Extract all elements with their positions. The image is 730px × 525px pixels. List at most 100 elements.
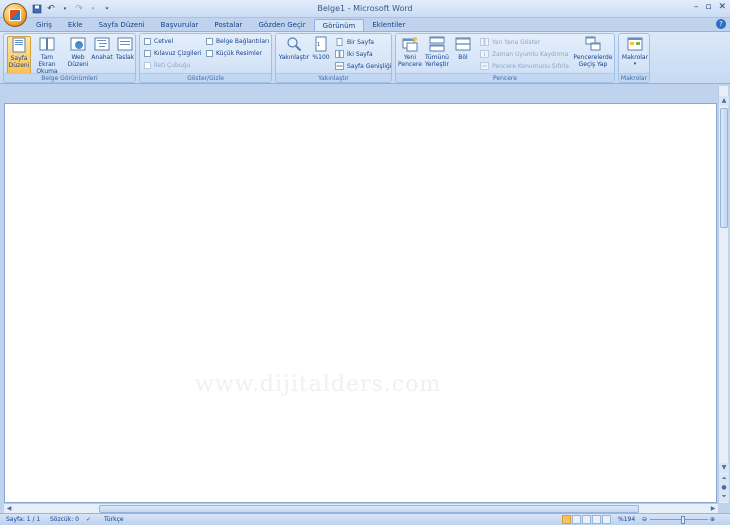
sayfa-duzeni-button[interactable]: Sayfa Düzeni <box>7 36 31 74</box>
print-layout-view-icon[interactable] <box>562 515 571 524</box>
zoom-slider[interactable] <box>650 519 708 520</box>
kilavuz-label: Kılavuz Çizgileri <box>154 50 202 57</box>
group-label-pencere: Pencere <box>396 73 614 82</box>
full-screen-view-icon[interactable] <box>572 515 581 524</box>
group-label-goster-gizle: Göster/Gizle <box>140 73 271 82</box>
group-label-yakinlastir: Yakınlaştır <box>276 73 391 82</box>
yeni-pencere-button[interactable]: Yeni Pencere <box>398 36 422 68</box>
tab-postalar[interactable]: Postalar <box>206 19 250 31</box>
word-count[interactable]: Sözcük: 0 <box>50 516 79 523</box>
makrolar-label: Makrolar <box>621 54 649 61</box>
draft-icon <box>117 37 133 51</box>
switch-windows-icon <box>585 36 601 51</box>
belge-baglantilari-row[interactable]: Belge Bağlantıları <box>206 38 269 45</box>
cetvel-label: Cetvel <box>154 38 174 45</box>
title-bar: ↶ ▾ ↷ ▾ ⏷ Belge1 - Microsoft Word – ▫ ✕ <box>0 0 730 18</box>
tab-ekle[interactable]: Ekle <box>60 19 91 31</box>
web-layout-icon <box>70 37 86 51</box>
ileti-checkbox-row: İleti Çubuğu <box>144 62 190 69</box>
ribbon-tabs: Giriş Ekle Sayfa Düzeni Başvurular Posta… <box>0 18 730 31</box>
cetvel-checkbox-row[interactable]: Cetvel <box>144 38 173 45</box>
vertical-scroll-thumb[interactable] <box>720 108 728 228</box>
watermark-text: www.dijitalders.com <box>195 372 442 397</box>
zoom-level[interactable]: %194 <box>618 516 635 523</box>
tab-giris[interactable]: Giriş <box>28 19 60 31</box>
zoom-out-icon[interactable]: ⊖ <box>642 516 647 523</box>
draft-view-icon[interactable] <box>602 515 611 524</box>
bol-button[interactable]: Böl <box>453 36 473 61</box>
tab-gozden-gecir[interactable]: Gözden Geçir <box>250 19 313 31</box>
svg-text:1: 1 <box>317 42 320 48</box>
horizontal-scrollbar[interactable]: ◀ ▶ <box>4 503 718 513</box>
tab-eklentiler[interactable]: Eklentiler <box>364 19 413 31</box>
tab-basvurular[interactable]: Başvurular <box>153 19 207 31</box>
page-width-icon <box>335 62 344 70</box>
yeni-pencere-label: Yeni Pencere <box>398 54 422 68</box>
bir-sayfa-label: Bir Sayfa <box>347 38 374 46</box>
help-icon[interactable]: ? <box>716 19 726 29</box>
outline-view-icon[interactable] <box>592 515 601 524</box>
kucuk-resimler-checkbox[interactable] <box>206 50 213 57</box>
group-yakinlastir: Yakınlaştır 1 %100 Bir Sayfa İki Sayfa S… <box>275 33 392 83</box>
belge-baglantilari-label: Belge Bağlantıları <box>216 38 270 45</box>
group-belge-gorunumleri: Sayfa Düzeni Tam Ekran Okuma Web Düzeni … <box>3 33 136 83</box>
web-view-icon[interactable] <box>582 515 591 524</box>
horizontal-scroll-thumb[interactable] <box>99 505 639 513</box>
sayfa-genisligi-label: Sayfa Genişliği <box>347 62 392 70</box>
anahat-button[interactable]: Anahat <box>90 36 114 61</box>
magnifier-icon <box>287 37 302 52</box>
zoom-100-icon: 1 <box>315 36 327 52</box>
bir-sayfa-button[interactable]: Bir Sayfa <box>335 38 374 46</box>
ileti-label: İleti Çubuğu <box>154 62 191 69</box>
restore-button[interactable]: ▫ <box>705 2 711 12</box>
cetvel-checkbox[interactable] <box>144 38 151 45</box>
tab-sayfa-duzeni[interactable]: Sayfa Düzeni <box>91 19 153 31</box>
minimize-button[interactable]: – <box>694 2 699 12</box>
taslak-button[interactable]: Taslak <box>114 36 136 61</box>
status-bar: Sayfa: 1 / 1 Sözcük: 0 ✓ Türkçe %194 ⊖ ⊕ <box>0 513 730 525</box>
kucuk-resimler-row[interactable]: Küçük Resimler <box>206 50 262 57</box>
sayfa-genisligi-button[interactable]: Sayfa Genişliği <box>335 62 391 70</box>
kilavuz-checkbox-row[interactable]: Kılavuz Çizgileri <box>144 50 201 57</box>
split-icon <box>455 37 471 51</box>
two-pages-icon <box>335 50 344 58</box>
macros-icon <box>627 37 643 51</box>
yan-yana-button: Yan Yana Göster <box>480 38 540 46</box>
outline-icon <box>94 37 110 51</box>
zoom-in-icon[interactable]: ⊕ <box>710 516 715 523</box>
kilavuz-checkbox[interactable] <box>144 50 151 57</box>
group-goster-gizle: Cetvel Kılavuz Çizgileri İleti Çubuğu Be… <box>139 33 272 83</box>
web-duzeni-button[interactable]: Web Düzeni <box>66 36 90 68</box>
proofing-icon[interactable]: ✓ <box>86 516 91 523</box>
iki-sayfa-label: İki Sayfa <box>347 50 373 58</box>
gecis-yap-button[interactable]: Pencerelerde Geçiş Yap <box>572 36 614 68</box>
konum-sifirla-label: Pencere Konumunu Sıfırla <box>492 62 569 70</box>
gecis-yap-label: Pencerelerde Geçiş Yap <box>573 54 613 68</box>
next-page-icon[interactable]: ⏷ <box>719 492 729 502</box>
makrolar-button[interactable]: Makrolar ▾ <box>620 36 650 68</box>
yuzde100-button[interactable]: 1 %100 <box>311 36 331 61</box>
scroll-down-icon[interactable]: ▼ <box>719 463 729 473</box>
language[interactable]: Türkçe <box>104 516 124 523</box>
tumunu-yerlestir-label: Tümünü Yerleştir <box>425 54 449 68</box>
belge-baglantilari-checkbox[interactable] <box>206 38 213 45</box>
office-button[interactable] <box>3 3 27 27</box>
close-button[interactable]: ✕ <box>718 2 726 12</box>
scroll-up-icon[interactable]: ▲ <box>719 96 729 106</box>
web-duzeni-label: Web Düzeni <box>67 54 89 68</box>
reset-window-position-icon <box>480 62 489 70</box>
yakinlastir-label: Yakınlaştır <box>278 54 310 61</box>
page-count[interactable]: Sayfa: 1 / 1 <box>6 516 40 523</box>
zaman-uyumlu-label: Zaman Uyumlu Kaydırma <box>492 50 569 58</box>
iki-sayfa-button[interactable]: İki Sayfa <box>335 50 373 58</box>
group-makrolar: Makrolar ▾ Makrolar <box>618 33 650 83</box>
tab-gorunum[interactable]: Görünüm <box>313 19 365 31</box>
tam-ekran-okuma-button[interactable]: Tam Ekran Okuma <box>32 36 62 75</box>
taslak-label: Taslak <box>115 54 135 61</box>
document-page[interactable]: www.dijitalders.com <box>4 103 717 503</box>
zaman-uyumlu-button: Zaman Uyumlu Kaydırma <box>480 50 568 58</box>
vertical-scrollbar[interactable]: ▲ ▼ ⏶ ● ⏷ <box>718 86 729 503</box>
yakinlastir-button[interactable]: Yakınlaştır <box>278 36 310 61</box>
zoom-slider-knob[interactable] <box>681 516 685 524</box>
tumunu-yerlestir-button[interactable]: Tümünü Yerleştir <box>423 36 451 68</box>
